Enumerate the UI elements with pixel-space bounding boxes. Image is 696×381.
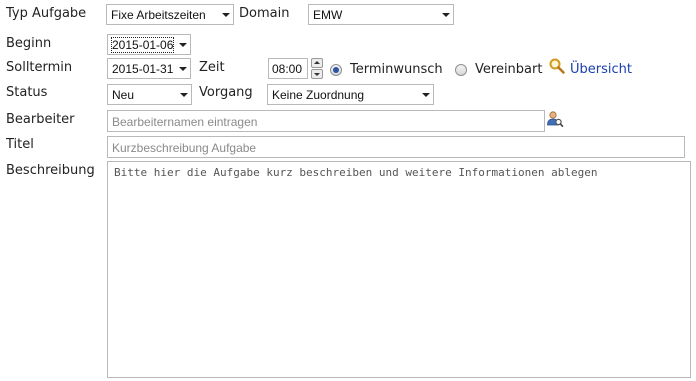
vorgang-label: Vorgang <box>199 85 253 100</box>
typ-aufgabe-label: Typ Aufgabe <box>6 6 87 21</box>
user-search-icon[interactable] <box>546 110 564 132</box>
bearbeiter-input[interactable]: Bearbeiternamen eintragen <box>107 110 545 132</box>
domain-select[interactable]: EMW <box>308 4 454 25</box>
bearbeiter-label: Bearbeiter <box>6 112 75 127</box>
status-value: Neu <box>112 88 135 102</box>
zeit-input[interactable]: 08:00 <box>268 58 308 79</box>
chevron-down-icon <box>222 13 230 17</box>
chevron-down-icon <box>179 67 187 71</box>
beginn-label: Beginn <box>6 36 52 51</box>
chevron-down-icon <box>442 13 450 17</box>
chevron-down-icon <box>179 43 187 47</box>
beschreibung-textarea[interactable]: Bitte hier die Aufgabe kurz beschreiben … <box>107 161 691 378</box>
vorgang-select[interactable]: Keine Zuordnung <box>267 84 434 105</box>
solltermin-label: Solltermin <box>6 60 73 75</box>
vorgang-value: Keine Zuordnung <box>272 88 365 102</box>
titel-input[interactable]: Kurzbeschreibung Aufgabe <box>107 136 685 158</box>
magnifier-icon[interactable] <box>548 57 566 79</box>
terminwunsch-radio[interactable] <box>330 64 342 76</box>
typ-aufgabe-select[interactable]: Fixe Arbeitszeiten <box>106 4 234 25</box>
solltermin-value: 2015-01-31 <box>112 62 174 76</box>
titel-label: Titel <box>6 137 34 152</box>
beginn-date-select[interactable]: 2015-01-06 <box>107 34 191 55</box>
chevron-down-icon <box>180 93 188 97</box>
solltermin-date-select[interactable]: 2015-01-31 <box>107 58 191 79</box>
status-label: Status <box>6 85 48 100</box>
typ-aufgabe-value: Fixe Arbeitszeiten <box>111 8 206 22</box>
vereinbart-label: Vereinbart <box>475 62 543 77</box>
terminwunsch-label: Terminwunsch <box>350 62 443 77</box>
beschreibung-label: Beschreibung <box>6 163 95 178</box>
domain-label: Domain <box>239 6 290 21</box>
chevron-down-icon <box>422 93 430 97</box>
vereinbart-radio[interactable] <box>455 64 467 76</box>
zeit-decrement-icon[interactable] <box>311 69 323 79</box>
uebersicht-link[interactable]: Übersicht <box>570 62 632 77</box>
zeit-increment-icon[interactable] <box>311 58 323 68</box>
beginn-value: 2015-01-06 <box>110 37 175 53</box>
zeit-label: Zeit <box>199 60 225 75</box>
domain-value: EMW <box>313 8 343 22</box>
zeit-value: 08:00 <box>272 62 303 76</box>
status-select[interactable]: Neu <box>107 84 192 105</box>
